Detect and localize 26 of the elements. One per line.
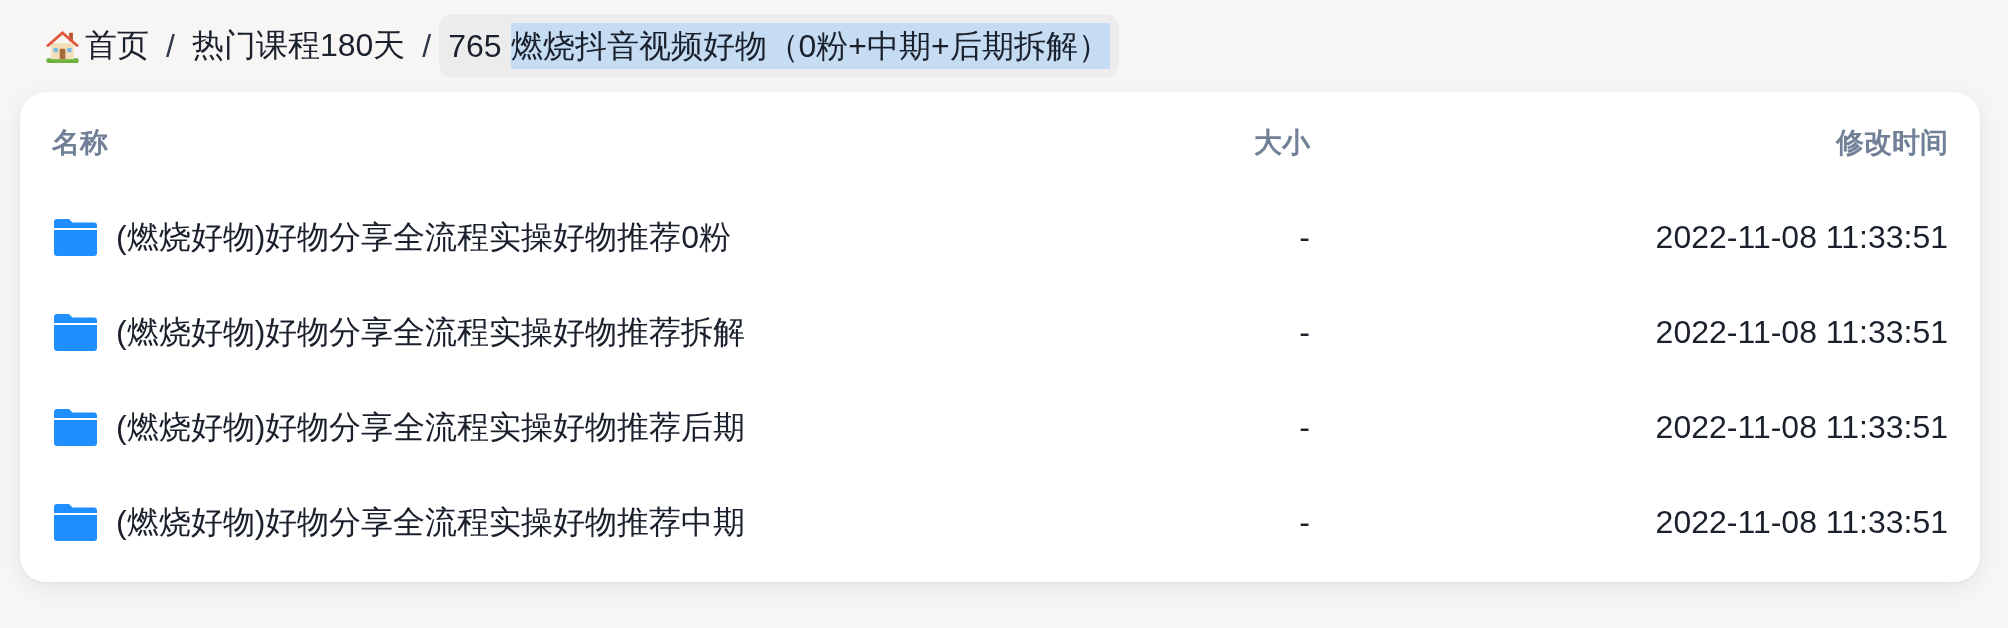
column-header: 名称 bbox=[52, 126, 108, 160]
folder-name[interactable]: (燃烧好物)好物分享全流程实操好物推荐0粉 bbox=[116, 215, 732, 260]
breadcrumb-separator: / bbox=[166, 27, 175, 65]
breadcrumb-number: 765 bbox=[448, 27, 502, 65]
folder-icon bbox=[54, 504, 97, 541]
folder-icon bbox=[54, 314, 97, 351]
breadcrumb-title: 燃烧抖音视频好物（0粉+中期+后期拆解） bbox=[510, 23, 1110, 69]
file-size: - bbox=[1299, 314, 1310, 351]
folder-icon bbox=[54, 219, 97, 256]
file-size: - bbox=[1299, 409, 1310, 446]
folder-name[interactable]: (燃烧好物)好物分享全流程实操好物推荐后期 bbox=[116, 405, 746, 450]
column-header: 大小 bbox=[1254, 126, 1310, 160]
file-size: - bbox=[1299, 504, 1310, 541]
house-icon bbox=[45, 29, 80, 63]
modified-time: 2022-11-08 11:33:51 bbox=[1655, 314, 1948, 351]
folder-name[interactable]: (燃烧好物)好物分享全流程实操好物推荐拆解 bbox=[116, 310, 746, 355]
folder-name[interactable]: (燃烧好物)好物分享全流程实操好物推荐中期 bbox=[116, 500, 746, 545]
modified-time: 2022-11-08 11:33:51 bbox=[1655, 219, 1948, 256]
breadcrumb-separator: / bbox=[422, 27, 432, 65]
modified-time: 2022-11-08 11:33:51 bbox=[1655, 504, 1948, 541]
modified-time: 2022-11-08 11:33:51 bbox=[1655, 409, 1948, 446]
folder-icon bbox=[54, 409, 97, 446]
file-size: - bbox=[1299, 219, 1310, 256]
column-header: 修改时间 bbox=[1836, 126, 1948, 160]
breadcrumb-link[interactable]: 热门课程180天 bbox=[182, 14, 415, 78]
home-link[interactable]: 首页 bbox=[36, 14, 158, 78]
